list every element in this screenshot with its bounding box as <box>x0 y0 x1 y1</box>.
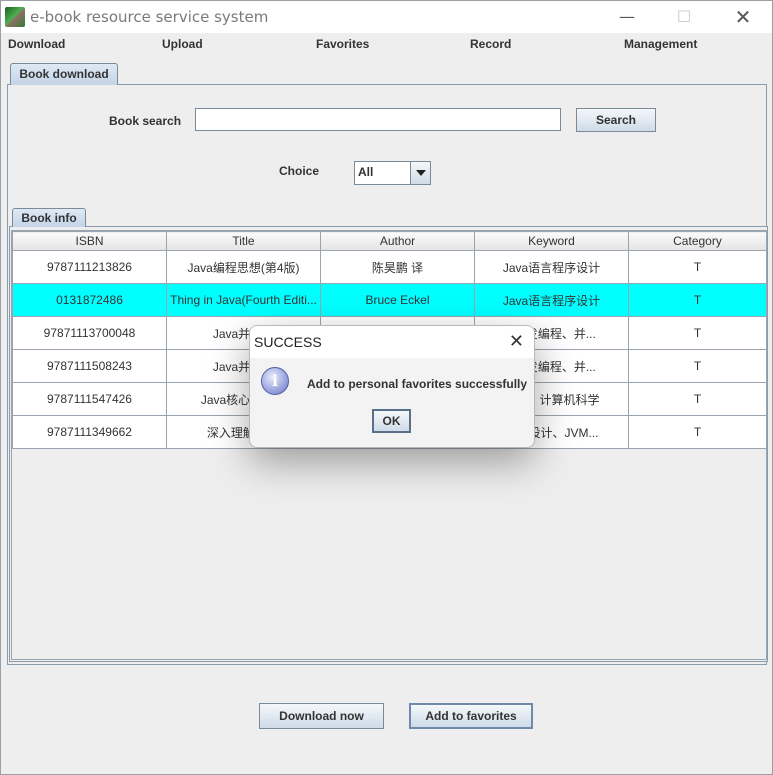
title-bar: e-book resource service system — ☐ ✕ <box>1 1 772 33</box>
menu-record[interactable]: Record <box>470 37 511 51</box>
cell-isbn[interactable]: 9787111213826 <box>12 250 167 284</box>
col-header-title[interactable]: Title <box>166 231 321 251</box>
col-header-author[interactable]: Author <box>320 231 475 251</box>
cell-isbn[interactable]: 9787111349662 <box>12 415 167 449</box>
menu-management[interactable]: Management <box>624 37 697 51</box>
cell-isbn[interactable]: 97871113700048 <box>12 316 167 350</box>
cell-category[interactable]: T <box>628 316 767 350</box>
window-title: e-book resource service system <box>30 8 269 26</box>
table-header-row: ISBN Title Author Keyword Category <box>12 231 767 251</box>
choice-selected-value: All <box>358 165 374 179</box>
col-header-isbn[interactable]: ISBN <box>12 231 167 251</box>
book-search-label: Book search <box>109 114 182 128</box>
app-window: e-book resource service system — ☐ ✕ Dow… <box>0 0 773 775</box>
minimize-icon[interactable]: — <box>604 1 650 33</box>
dialog-message: Add to personal favorites successfully <box>307 377 528 391</box>
cell-isbn[interactable]: 9787111508243 <box>12 349 167 383</box>
cell-keyword[interactable]: Java语言程序设计 <box>474 250 629 284</box>
cell-keyword[interactable]: Java语言程序设计 <box>474 283 629 317</box>
table-row-selected[interactable]: 0131872486 Thing in Java(Fourth Editi...… <box>12 283 767 317</box>
app-logo-icon <box>5 7 25 27</box>
dialog-title: SUCCESS <box>254 334 322 350</box>
choice-label: Choice <box>279 164 320 178</box>
menu-bar: Download Upload Favorites Record Managem… <box>1 33 772 55</box>
col-header-keyword[interactable]: Keyword <box>474 231 629 251</box>
tab-book-info[interactable]: Book info <box>12 208 86 227</box>
choice-select[interactable]: All <box>354 161 431 185</box>
table-row[interactable]: 9787111213826 Java编程思想(第4版) 陈昊鹏 译 Java语言… <box>12 250 767 284</box>
cell-isbn[interactable]: 0131872486 <box>12 283 167 317</box>
search-button[interactable]: Search <box>576 108 656 132</box>
menu-download[interactable]: Download <box>8 37 65 51</box>
close-icon[interactable]: ✕ <box>720 1 766 33</box>
cell-isbn[interactable]: 9787111547426 <box>12 382 167 416</box>
ok-button[interactable]: OK <box>372 409 411 433</box>
menu-upload[interactable]: Upload <box>162 37 203 51</box>
success-dialog: SUCCESS ✕ i Add to personal favorites su… <box>249 325 535 448</box>
download-now-button[interactable]: Download now <box>259 703 384 729</box>
cell-author[interactable]: 陈昊鹏 译 <box>320 250 475 284</box>
cell-category[interactable]: T <box>628 283 767 317</box>
cell-category[interactable]: T <box>628 382 767 416</box>
tab-book-download[interactable]: Book download <box>10 63 118 85</box>
menu-favorites[interactable]: Favorites <box>316 37 369 51</box>
close-icon[interactable]: ✕ <box>509 331 524 352</box>
chevron-down-icon[interactable] <box>410 162 430 184</box>
info-icon: i <box>261 367 289 395</box>
add-to-favorites-button[interactable]: Add to favorites <box>409 703 533 729</box>
cell-title[interactable]: Thing in Java(Fourth Editi... <box>166 283 321 317</box>
book-search-input[interactable] <box>195 108 561 131</box>
cell-author[interactable]: Bruce Eckel <box>320 283 475 317</box>
cell-category[interactable]: T <box>628 415 767 449</box>
cell-category[interactable]: T <box>628 250 767 284</box>
col-header-category[interactable]: Category <box>628 231 767 251</box>
cell-category[interactable]: T <box>628 349 767 383</box>
maximize-icon[interactable]: ☐ <box>661 1 707 33</box>
cell-title[interactable]: Java编程思想(第4版) <box>166 250 321 284</box>
